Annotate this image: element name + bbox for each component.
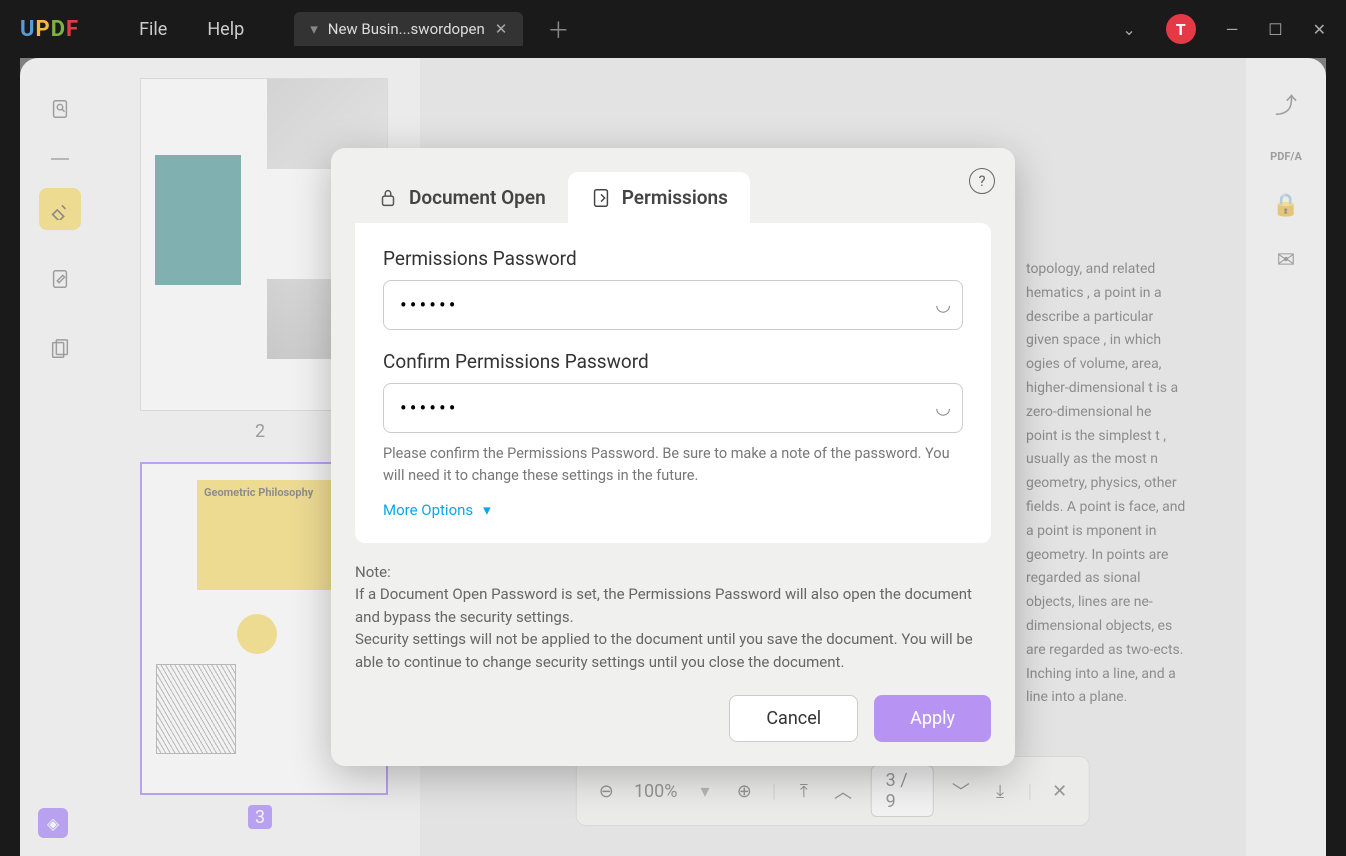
permissions-icon <box>590 187 612 209</box>
permissions-password-label: Permissions Password <box>383 247 963 270</box>
dialog-actions: Cancel Apply <box>355 695 991 742</box>
title-bar: UPDF File Help ▾ New Busin...swordopen ✕… <box>0 0 1346 58</box>
note-line: If a Document Open Password is set, the … <box>355 583 991 628</box>
tab-document-open[interactable]: Document Open <box>355 172 568 223</box>
note-line: Security settings will not be applied to… <box>355 628 991 673</box>
tab-title: New Busin...swordopen <box>328 20 485 38</box>
password-hint: Please confirm the Permissions Password.… <box>383 443 963 487</box>
permissions-panel: Permissions Password ◡ Confirm Permissio… <box>355 223 991 543</box>
show-password-icon[interactable]: ◡ <box>935 295 951 316</box>
note-title: Note: <box>355 561 991 584</box>
tab-label: Permissions <box>622 186 728 209</box>
permissions-password-input[interactable] <box>383 280 963 330</box>
confirm-password-input[interactable] <box>383 383 963 433</box>
tab-bar: ▾ New Busin...swordopen ✕ ＋ <box>294 12 569 46</box>
main-menu: File Help <box>139 19 244 40</box>
chevron-down-icon[interactable]: ⌄ <box>1122 20 1135 39</box>
chevron-down-icon: ▾ <box>483 501 491 519</box>
lock-icon <box>377 187 399 209</box>
tab-dropdown-icon[interactable]: ▾ <box>310 20 318 38</box>
menu-file[interactable]: File <box>139 19 167 40</box>
minimize-button[interactable]: — <box>1226 20 1239 39</box>
help-icon[interactable]: ? <box>969 168 995 194</box>
cancel-button[interactable]: Cancel <box>729 695 858 742</box>
apply-button[interactable]: Apply <box>874 695 991 742</box>
new-tab-button[interactable]: ＋ <box>547 13 569 45</box>
app-logo: UPDF <box>20 17 79 42</box>
tab-permissions[interactable]: Permissions <box>568 172 750 223</box>
dialog-tabs: Document Open Permissions <box>355 172 991 223</box>
close-button[interactable]: ✕ <box>1313 20 1326 39</box>
encrypt-dialog: ? Document Open Permissions Permissions … <box>331 148 1015 766</box>
document-tab[interactable]: ▾ New Busin...swordopen ✕ <box>294 12 523 46</box>
show-password-icon[interactable]: ◡ <box>935 398 951 419</box>
tab-close-icon[interactable]: ✕ <box>495 20 508 38</box>
workspace: 2 Geometric Philosophy 3 topology, and r… <box>20 58 1326 856</box>
modal-overlay: ? Document Open Permissions Permissions … <box>20 58 1326 856</box>
user-avatar[interactable]: T <box>1166 14 1196 44</box>
tab-label: Document Open <box>409 186 546 209</box>
confirm-password-label: Confirm Permissions Password <box>383 350 963 373</box>
maximize-button[interactable]: ☐ <box>1268 20 1282 39</box>
more-options-link[interactable]: More Options ▾ <box>383 501 963 519</box>
menu-help[interactable]: Help <box>207 19 244 40</box>
note-block: Note: If a Document Open Password is set… <box>355 561 991 674</box>
